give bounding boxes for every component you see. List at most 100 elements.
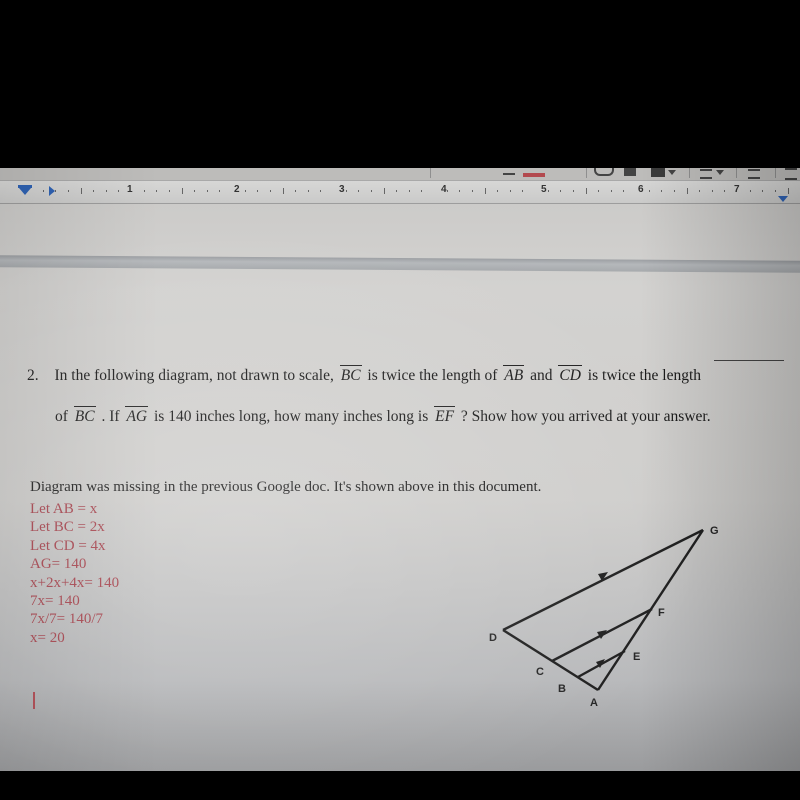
- vertex-label-d: D: [489, 632, 497, 644]
- line-spacing-icon[interactable]: [748, 169, 760, 179]
- ruler-tick: [509, 190, 511, 192]
- ruler-tick: [358, 190, 360, 192]
- ruler-tick: [307, 190, 309, 192]
- text-color-icon[interactable]: [523, 173, 545, 177]
- toolbar-separator: [689, 168, 690, 178]
- ruler-tick: [787, 188, 789, 194]
- work-line: Let AB = x: [30, 501, 98, 517]
- question-text: In the following diagram, not drawn to s…: [54, 367, 334, 384]
- list-icon[interactable]: [785, 168, 797, 180]
- work-line: x+2x+4x= 140: [30, 574, 120, 591]
- ruler-tick: [484, 188, 486, 194]
- ruler-number: 1: [127, 184, 133, 195]
- ruler-tick: [219, 190, 221, 192]
- ruler-tick: [774, 190, 776, 192]
- ruler-tick: [269, 190, 271, 192]
- segment-ag: AG: [123, 406, 150, 426]
- diagram-note: Diagram was missing in the previous Goog…: [30, 479, 542, 495]
- toolbar-separator: [586, 168, 587, 178]
- question-line-1: 2. In the following diagram, not drawn t…: [27, 365, 800, 385]
- ruler-tick: [42, 190, 44, 192]
- vertex-label-c: C: [536, 666, 544, 678]
- page-break: [0, 255, 800, 273]
- ruler-tick: [383, 188, 385, 194]
- ruler-tick: [610, 190, 612, 192]
- segment-da: [502, 628, 599, 692]
- work-line: x= 20: [30, 629, 65, 646]
- ruler-tick: [320, 190, 322, 192]
- ruler-tick: [421, 190, 423, 192]
- toolbar-separator: [775, 168, 776, 178]
- insert-image-icon[interactable]: [651, 168, 665, 177]
- ruler-tick: [572, 190, 574, 192]
- align-icon[interactable]: [700, 169, 712, 179]
- ruler-tick: [459, 190, 461, 192]
- ruler[interactable]: 1 2 3 4 5 6 7: [0, 180, 800, 204]
- ruler-tick: [282, 188, 284, 194]
- ruler-number: 4: [441, 184, 447, 195]
- vertex-label-b: B: [558, 683, 566, 695]
- ruler-tick: [194, 190, 196, 192]
- question-text: is twice the length: [587, 367, 702, 384]
- ruler-tick: [93, 190, 95, 192]
- chevron-down-icon[interactable]: [716, 170, 724, 175]
- ruler-tick: [471, 190, 473, 192]
- ruler-number: 3: [339, 184, 345, 195]
- ruler-tick: [661, 190, 663, 192]
- ruler-tick: [522, 190, 524, 192]
- ruler-number: 6: [638, 184, 644, 195]
- vertex-label-f: F: [658, 607, 665, 619]
- work-line: AG= 140: [30, 556, 87, 573]
- ruler-tick: [67, 190, 69, 192]
- ruler-tick: [181, 188, 183, 194]
- student-work[interactable]: Let AB = x Let BC = 2x Let CD = 4x AG= 1…: [30, 500, 119, 647]
- segment-bc: BC: [338, 365, 364, 385]
- text-cursor: [33, 692, 35, 709]
- work-line: 7x= 140: [30, 593, 80, 610]
- ruler-tick: [168, 190, 170, 192]
- link-icon[interactable]: [594, 168, 614, 176]
- stray-overline: [714, 360, 784, 361]
- triangle-diagram: G F E D C B A: [470, 510, 750, 710]
- ruler-tick: [711, 190, 713, 192]
- vertex-label-g: G: [710, 525, 719, 537]
- segment-ef: EF: [432, 406, 457, 426]
- question-text: . If: [101, 408, 120, 425]
- ruler-number: 5: [541, 184, 547, 195]
- work-line: 7x/7= 140/7: [30, 611, 104, 628]
- left-indent-handle[interactable]: [18, 185, 32, 195]
- ruler-tick: [370, 190, 372, 192]
- ruler-tick: [623, 190, 625, 192]
- ruler-tick: [244, 190, 246, 192]
- ruler-tick: [345, 190, 347, 192]
- question-text: and: [530, 367, 553, 384]
- work-line: Let BC = 2x: [30, 519, 105, 536]
- segment-ab: AB: [501, 365, 526, 385]
- ruler-tick: [648, 190, 650, 192]
- question-text: is twice the length of: [367, 367, 498, 384]
- underline-icon[interactable]: [503, 168, 515, 175]
- ruler-tick: [295, 190, 297, 192]
- ruler-number: 2: [234, 184, 240, 195]
- ruler-tick: [724, 190, 726, 192]
- ruler-tick: [547, 190, 549, 192]
- vertex-label-e: E: [633, 651, 640, 663]
- question-number: 2.: [27, 367, 39, 384]
- segment-dg: [502, 528, 704, 632]
- ruler-tick: [497, 190, 499, 192]
- ruler-tick: [560, 190, 562, 192]
- ruler-tick: [206, 190, 208, 192]
- indent-triangle-icon: [19, 188, 31, 195]
- chevron-down-icon[interactable]: [668, 170, 676, 175]
- toolbar-separator: [736, 168, 737, 178]
- right-indent-handle[interactable]: [778, 196, 788, 202]
- ruler-tick: [408, 190, 410, 192]
- question-text: is 140 inches long, how many inches long…: [153, 408, 429, 425]
- first-line-indent-handle[interactable]: [49, 186, 55, 196]
- segment-cd: CD: [556, 365, 584, 385]
- ruler-tick: [762, 190, 764, 192]
- ruler-tick: [585, 188, 587, 194]
- comment-icon[interactable]: [624, 168, 636, 176]
- ruler-number: 7: [734, 184, 740, 195]
- ruler-tick: [686, 188, 688, 194]
